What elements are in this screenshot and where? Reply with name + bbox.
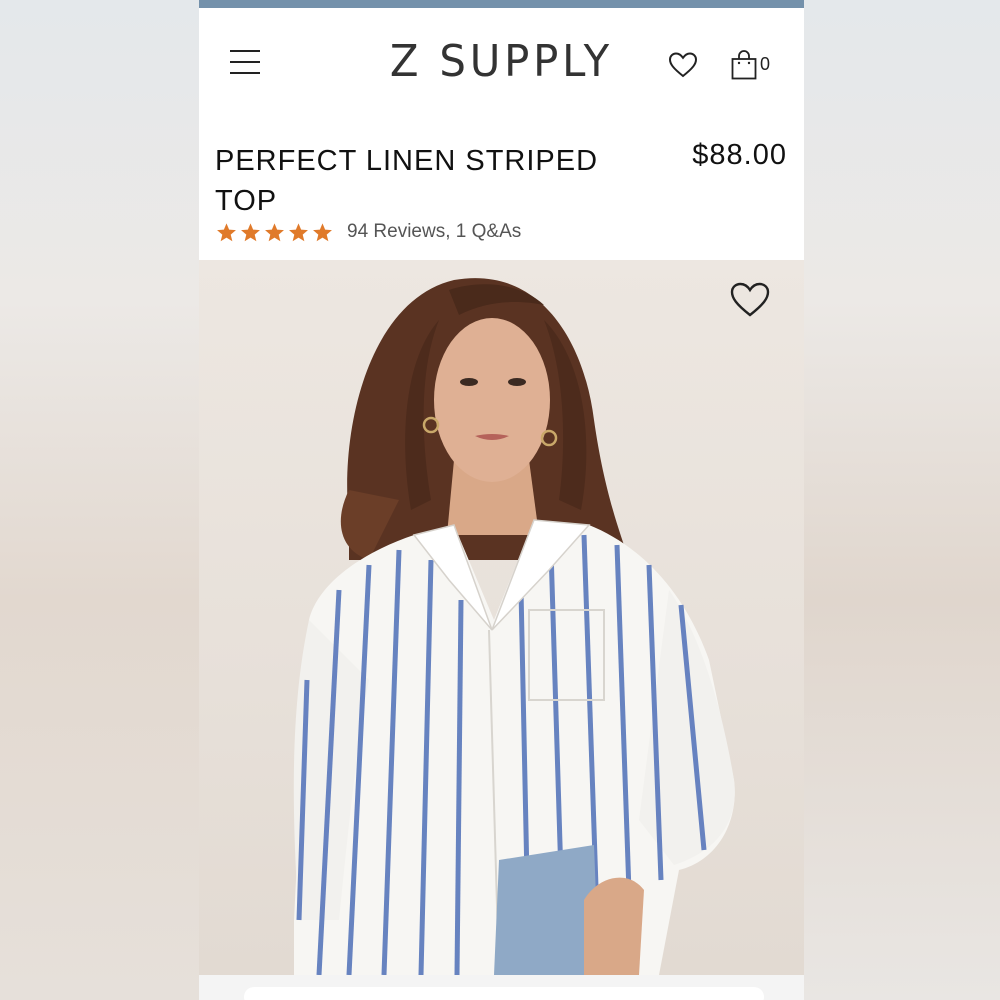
heart-icon[interactable] (669, 52, 697, 78)
product-image[interactable] (199, 260, 804, 975)
shopping-bag-icon[interactable] (731, 50, 757, 80)
background-right (800, 0, 1000, 1000)
reviews-link[interactable]: 94 Reviews, 1 Q&As (347, 221, 521, 243)
model-photo (293, 278, 735, 975)
background-left (0, 0, 200, 1000)
product-title: PERFECT LINEN STRIPED TOP (215, 145, 599, 217)
product-header: PERFECT LINEN STRIPED TOP $88.00 94 Revi… (199, 108, 804, 260)
bottom-pill (244, 987, 764, 1000)
star-icon (289, 222, 308, 241)
site-header: Z SUPPLY 0 (199, 8, 804, 108)
star-icon (313, 222, 332, 241)
cart-count: 0 (760, 54, 771, 74)
accent-bar (199, 0, 804, 8)
star-icon (217, 222, 236, 241)
rating-row[interactable]: 94 Reviews, 1 Q&As (216, 221, 521, 243)
brand-logo[interactable]: Z SUPPLY (199, 36, 804, 87)
mobile-page: Z SUPPLY 0 PERFECT LINEN STRIPED TOP $88… (199, 0, 804, 1000)
photo-heart-icon[interactable] (730, 282, 770, 318)
star-icon (241, 222, 260, 241)
star-icon (265, 222, 284, 241)
product-price: $88.00 (692, 139, 787, 171)
star-rating (216, 222, 333, 243)
